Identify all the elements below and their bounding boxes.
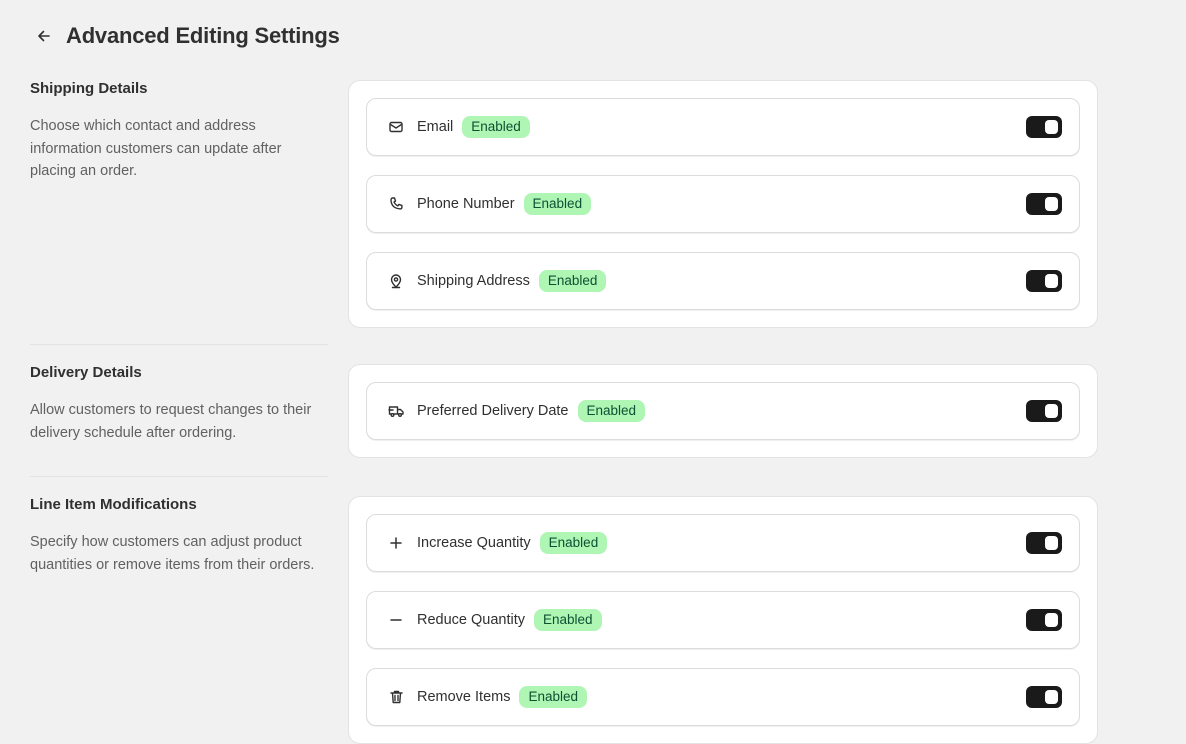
setting-row-remove-items: Remove Items Enabled — [366, 668, 1080, 726]
setting-row-reduce-quantity: Reduce Quantity Enabled — [366, 591, 1080, 649]
section-shipping-details: Shipping Details Choose which contact an… — [30, 80, 1098, 328]
back-button[interactable] — [30, 22, 58, 50]
status-badge: Enabled — [523, 193, 592, 215]
setting-label: Remove Items — [417, 689, 511, 705]
plus-icon — [387, 534, 405, 552]
reduce-quantity-toggle[interactable] — [1026, 609, 1062, 631]
section-divider — [30, 344, 328, 345]
toggle-knob — [1045, 120, 1058, 134]
setting-row-increase-quantity: Increase Quantity Enabled — [366, 514, 1080, 572]
email-toggle[interactable] — [1026, 116, 1062, 138]
status-badge: Enabled — [462, 116, 530, 138]
section-heading: Shipping Details — [30, 80, 148, 97]
toggle-knob — [1045, 613, 1058, 627]
toggle-knob — [1045, 197, 1058, 211]
toggle-knob — [1045, 690, 1058, 704]
setting-label: Increase Quantity — [417, 535, 531, 551]
trash-icon — [387, 688, 405, 706]
toggle-knob — [1045, 274, 1058, 288]
setting-label: Reduce Quantity — [417, 612, 526, 628]
remove-items-toggle[interactable] — [1026, 686, 1062, 708]
section-info: Delivery Details Allow customers to requ… — [30, 364, 328, 444]
toggle-knob — [1045, 404, 1058, 418]
status-badge: Enabled — [577, 400, 646, 422]
setting-label: Preferred Delivery Date — [417, 403, 569, 419]
toggle-knob — [1045, 536, 1058, 550]
increase-quantity-toggle[interactable] — [1026, 532, 1062, 554]
page-header: Advanced Editing Settings — [30, 20, 340, 52]
section-description: Allow customers to request changes to th… — [30, 402, 312, 441]
setting-row-phone-number: Phone Number Enabled — [366, 175, 1080, 233]
status-badge: Enabled — [538, 270, 607, 292]
section-line-item-modifications: Line Item Modifications Specify how cust… — [30, 496, 1098, 744]
setting-row-preferred-delivery-date: Preferred Delivery Date Enabled — [366, 382, 1080, 440]
status-badge: Enabled — [534, 609, 602, 631]
delivery-truck-icon — [387, 402, 405, 420]
phone-icon — [387, 195, 405, 213]
section-info: Line Item Modifications Specify how cust… — [30, 496, 328, 576]
page-title: Advanced Editing Settings — [66, 23, 340, 48]
phone-number-toggle[interactable] — [1026, 193, 1062, 215]
settings-card: Email Enabled Phone Number Enabled Shipp… — [348, 80, 1098, 328]
shipping-address-toggle[interactable] — [1026, 270, 1062, 292]
settings-card: Preferred Delivery Date Enabled — [348, 364, 1098, 458]
section-divider — [30, 476, 328, 477]
location-pin-icon — [387, 272, 405, 290]
status-badge: Enabled — [519, 686, 588, 708]
section-description: Specify how customers can adjust product… — [30, 534, 315, 573]
section-delivery-details: Delivery Details Allow customers to requ… — [30, 364, 1098, 458]
mail-icon — [387, 118, 405, 136]
minus-icon — [387, 611, 405, 629]
status-badge: Enabled — [539, 532, 608, 554]
section-info: Shipping Details Choose which contact an… — [30, 80, 328, 183]
setting-row-shipping-address: Shipping Address Enabled — [366, 252, 1080, 310]
preferred-delivery-date-toggle[interactable] — [1026, 400, 1062, 422]
section-heading: Line Item Modifications — [30, 496, 197, 513]
setting-row-email: Email Enabled — [366, 98, 1080, 156]
settings-card: Increase Quantity Enabled Reduce Quantit… — [348, 496, 1098, 744]
setting-label: Shipping Address — [417, 273, 530, 289]
section-heading: Delivery Details — [30, 364, 142, 381]
setting-label: Phone Number — [417, 196, 515, 212]
section-description: Choose which contact and address informa… — [30, 118, 282, 179]
setting-label: Email — [417, 119, 454, 135]
arrow-left-icon — [38, 30, 50, 42]
